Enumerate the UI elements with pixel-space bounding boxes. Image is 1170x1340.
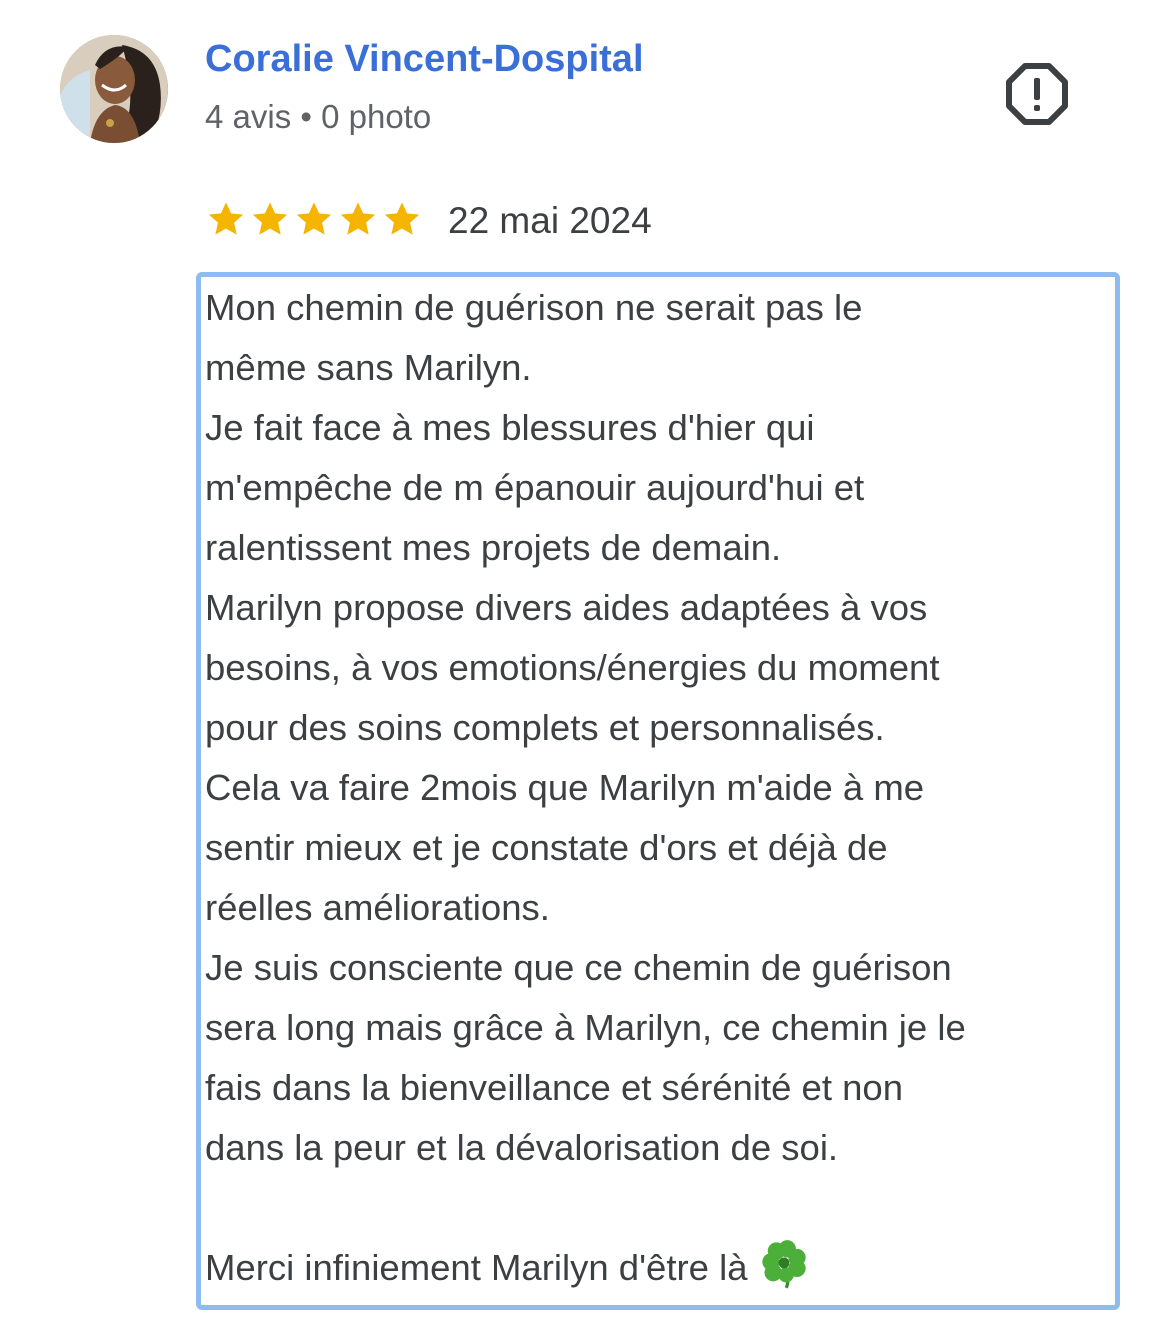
review-text-line: Je fait face à mes blessures d'hier qui xyxy=(205,407,815,448)
rating-stars xyxy=(205,198,423,242)
author-meta: 4 avis • 0 photo xyxy=(205,98,432,135)
review-text-line: sentir mieux et je constate d'ors et déj… xyxy=(205,827,888,868)
star-icon xyxy=(296,202,332,235)
review-text-line: sera long mais grâce à Marilyn, ce chemi… xyxy=(205,1007,966,1048)
clover-icon xyxy=(761,1240,806,1289)
star-icon xyxy=(252,202,288,235)
review-text-line: Mon chemin de guérison ne serait pas le xyxy=(205,287,863,328)
star-icon xyxy=(340,202,376,235)
review-text-line xyxy=(205,1178,1105,1238)
report-icon xyxy=(1006,63,1068,125)
author-name[interactable]: Coralie Vincent-Dospital xyxy=(205,38,644,81)
review-text-line: même sans Marilyn. xyxy=(205,347,532,388)
review-text-line: Merci infiniement Marilyn d'être là xyxy=(205,1238,1105,1298)
report-button[interactable] xyxy=(1005,62,1069,126)
review-text-line: dans la peur et la dévalorisation de soi… xyxy=(205,1127,839,1168)
star-icon xyxy=(384,202,420,235)
review-text-line: m'empêche de m épanouir aujourd'hui et xyxy=(205,467,865,508)
avatar-image xyxy=(60,35,168,143)
review-date: 22 mai 2024 xyxy=(448,200,652,241)
review-text[interactable]: Mon chemin de guérison ne serait pas le m… xyxy=(205,278,1105,1298)
star-icon xyxy=(208,202,244,235)
author-avatar[interactable] xyxy=(60,35,168,143)
review-text-line: fais dans la bienveillance et sérénité e… xyxy=(205,1067,904,1108)
review-text-line: ralentissent mes projets de demain. xyxy=(205,527,782,568)
review-text-line: Marilyn propose divers aides adaptées à … xyxy=(205,587,928,628)
review-text-line: Je suis consciente que ce chemin de guér… xyxy=(205,947,952,988)
review-text-line: besoins, à vos emotions/énergies du mome… xyxy=(205,647,940,688)
review-text-line: Cela va faire 2mois que Marilyn m'aide à… xyxy=(205,767,925,808)
review-text-line: pour des soins complets et personnalisés… xyxy=(205,707,885,748)
review-text-line: réelles améliorations. xyxy=(205,887,550,928)
